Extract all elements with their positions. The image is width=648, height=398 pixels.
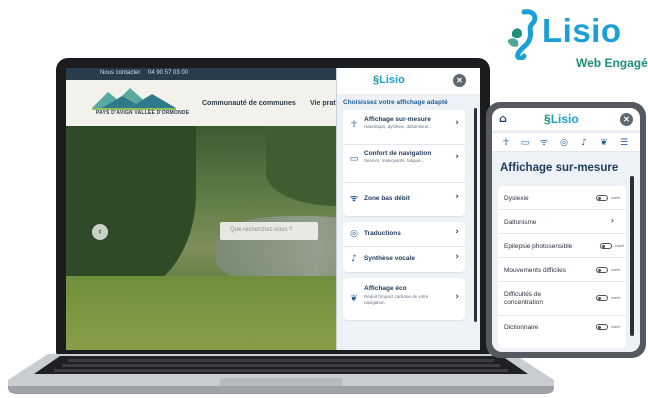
mouvements-toggle[interactable] bbox=[596, 267, 608, 273]
home-icon[interactable]: ⌂ bbox=[499, 113, 511, 125]
monitor-icon: ▭ bbox=[349, 154, 359, 164]
speaker-icon[interactable]: ♪ bbox=[578, 137, 590, 149]
nav-item-communaute[interactable]: Communauté de communes bbox=[202, 100, 296, 107]
mobile-panel-title: Affichage sur-mesure bbox=[500, 162, 619, 174]
mountain-logo-icon bbox=[92, 88, 176, 110]
epilepsie-toggle[interactable] bbox=[600, 243, 612, 249]
concentration-toggle[interactable] bbox=[596, 295, 608, 301]
chevron-right-icon: › bbox=[455, 152, 459, 162]
panel-card-audio: ◎ Traductions › ♪ Synthèse vocale › bbox=[343, 222, 465, 272]
site-logo[interactable]: PAYS D'AVIGN VALLÉE D'ORMONDE bbox=[92, 86, 189, 122]
leaf-icon: ❦ bbox=[350, 294, 358, 304]
setting-row-daltonisme[interactable]: Daltonisme › bbox=[498, 210, 626, 234]
translate-icon: ◎ bbox=[350, 229, 358, 239]
search-input[interactable]: Que recherchez-vous ? bbox=[220, 222, 318, 240]
speaker-icon: ♪ bbox=[351, 254, 357, 264]
wifi-icon: ᯤ bbox=[349, 194, 359, 204]
promo-stage: Lisio Web Engagé Nous contacter 04 90 57… bbox=[0, 0, 648, 398]
setting-row-dictionnaire[interactable]: Dictionnaire inactif bbox=[498, 316, 626, 340]
mobile-scrollbar[interactable] bbox=[630, 176, 634, 336]
panel-subtitle: Choisissez votre affichage adapté bbox=[343, 99, 448, 106]
panel-card-display: ☥ Affichage sur-mesure Handicaps, dyslex… bbox=[343, 110, 465, 216]
search-placeholder: Que recherchez-vous ? bbox=[230, 227, 293, 233]
monitor-icon[interactable]: ▭ bbox=[519, 137, 531, 149]
setting-row-epilepsie[interactable]: Epilepsie photosensible inactif bbox=[498, 234, 626, 258]
dyslexie-toggle[interactable] bbox=[596, 195, 608, 201]
brand-name: Lisio bbox=[542, 12, 622, 49]
chevron-left-icon[interactable]: ‹ bbox=[92, 224, 108, 240]
brand-tagline: Web Engagé bbox=[576, 56, 648, 70]
close-icon[interactable]: ✕ bbox=[453, 74, 466, 87]
chevron-right-icon: › bbox=[610, 216, 614, 225]
mobile-panel-header: ⌂ §Lisio ✕ bbox=[492, 108, 640, 130]
accessibility-icon: ☥ bbox=[350, 120, 358, 130]
settings-icon[interactable]: ☰ bbox=[618, 137, 630, 149]
mobile-panel-logo: §Lisio bbox=[544, 112, 579, 126]
lisio-panel-mobile: ⌂ §Lisio ✕ ☥ ▭ ᯤ ◎ ♪ ❦ ☰ Affichage sur-m… bbox=[492, 108, 640, 352]
setting-row-mouvements[interactable]: Mouvements difficiles inactif bbox=[498, 258, 626, 282]
settings-list: Dyslexie inactif Daltonisme › Epilepsie … bbox=[498, 186, 626, 348]
panel-card-eco: ❦ Affichage éco Réduit l'impact carbone … bbox=[343, 278, 465, 320]
accessibility-icon[interactable]: ☥ bbox=[500, 137, 512, 149]
topbar-contact-link[interactable]: Nous contacter bbox=[100, 70, 140, 76]
mobile-tab-bar: ☥ ▭ ᯤ ◎ ♪ ❦ ☰ bbox=[492, 132, 640, 152]
laptop-keyboard-base bbox=[8, 354, 554, 394]
nav-item-vie-pratique[interactable]: Vie prat bbox=[310, 100, 336, 107]
chevron-right-icon: › bbox=[455, 252, 459, 262]
site-logo-text: PAYS D'AVIGN VALLÉE D'ORMONDE bbox=[96, 110, 190, 116]
leaf-icon[interactable]: ❦ bbox=[598, 137, 610, 149]
translate-icon[interactable]: ◎ bbox=[558, 137, 570, 149]
setting-row-concentration[interactable]: Difficultés de concentration inactif bbox=[498, 282, 626, 316]
panel-header: §Lisio ✕ bbox=[337, 68, 480, 94]
dictionnaire-toggle[interactable] bbox=[596, 324, 608, 330]
seahorse-logo-icon bbox=[508, 9, 538, 60]
setting-row-dyslexie[interactable]: Dyslexie inactif bbox=[498, 186, 626, 210]
wifi-icon[interactable]: ᯤ bbox=[538, 137, 550, 149]
laptop-screen: Nous contacter 04 90 57 03 00 PAYS D'AVI… bbox=[66, 68, 480, 350]
lisio-panel-laptop: §Lisio ✕ Choisissez votre affichage adap… bbox=[336, 68, 480, 350]
chevron-right-icon: › bbox=[455, 227, 459, 237]
panel-scrollbar[interactable] bbox=[474, 108, 477, 322]
close-icon[interactable]: ✕ bbox=[620, 113, 633, 126]
chevron-right-icon: › bbox=[455, 118, 459, 128]
topbar-phone[interactable]: 04 90 57 03 00 bbox=[148, 70, 188, 76]
lisio-brand-logo: Lisio Web Engagé bbox=[502, 6, 648, 70]
chevron-right-icon: › bbox=[455, 292, 459, 302]
panel-logo: §Lisio bbox=[373, 74, 405, 86]
chevron-right-icon: › bbox=[455, 192, 459, 202]
